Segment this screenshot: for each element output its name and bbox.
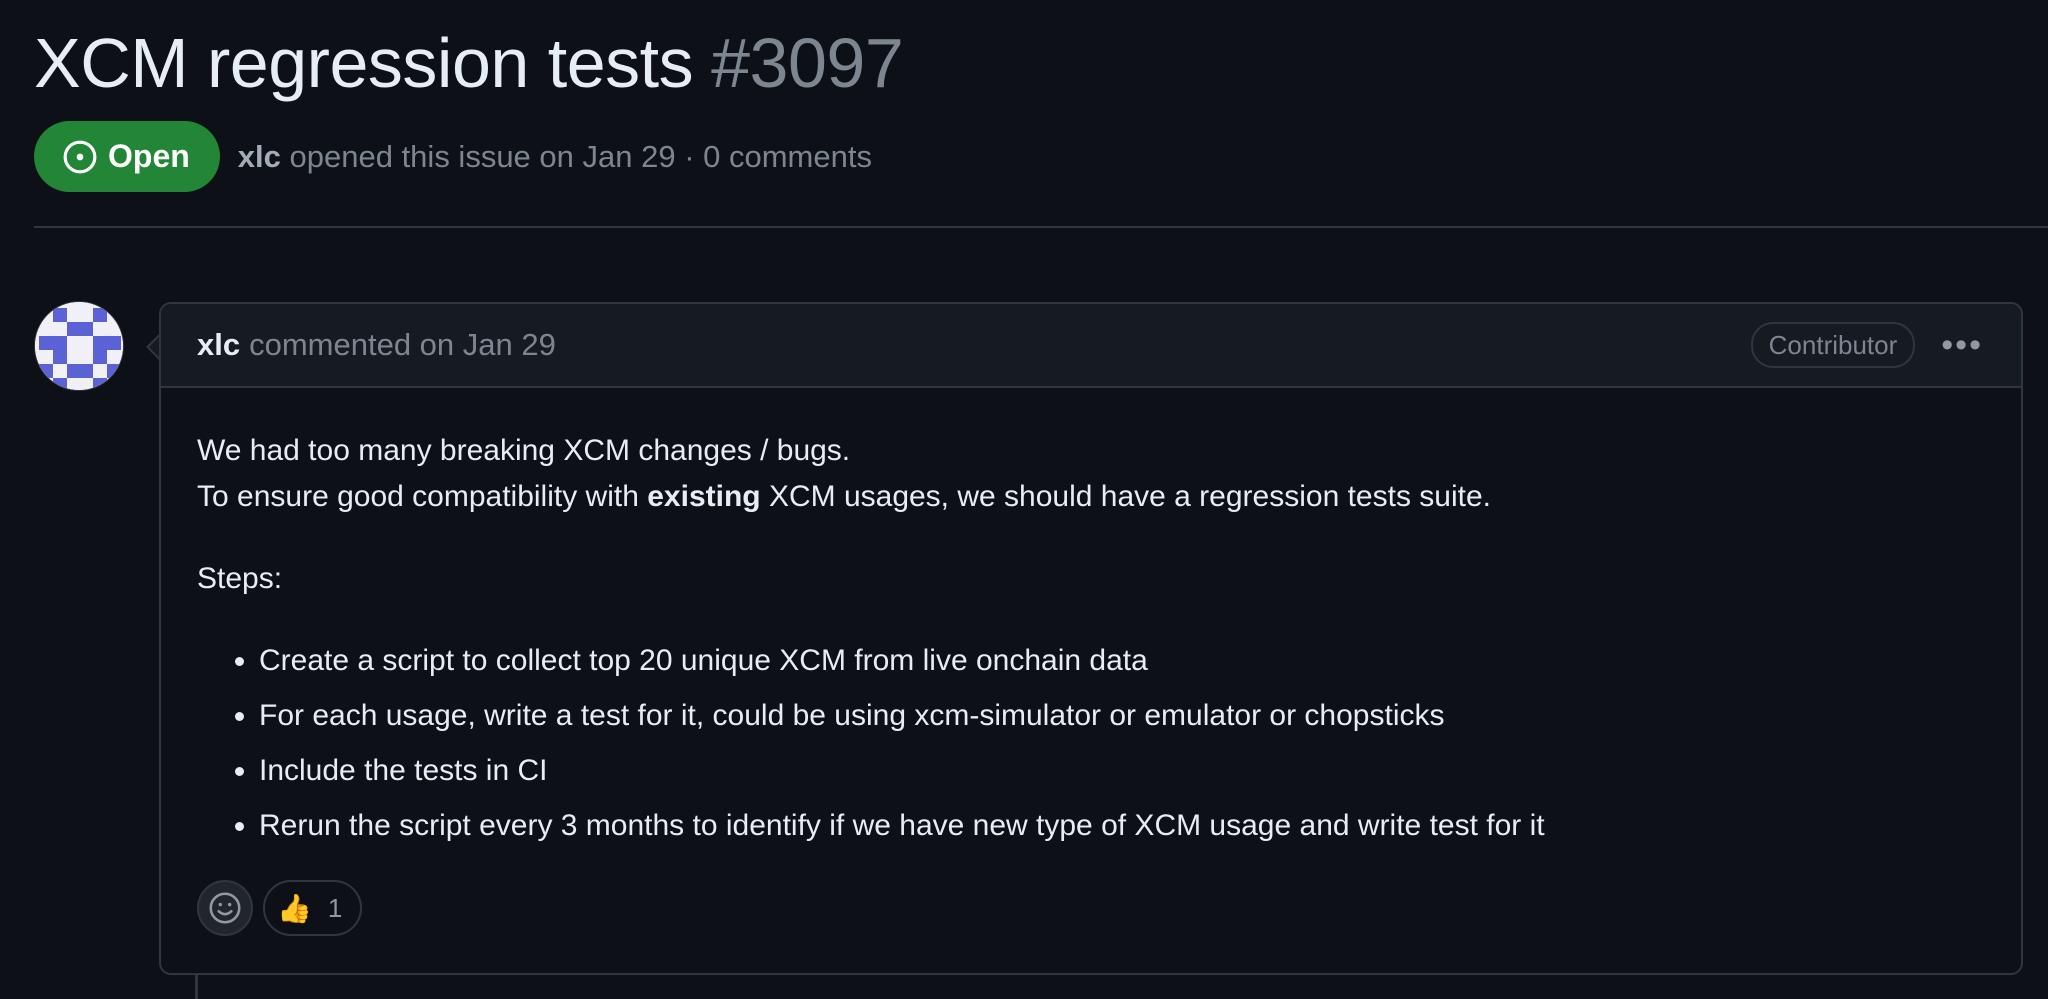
- comment-line-2-bold: existing: [647, 480, 761, 513]
- list-item: Create a script to collect top 20 unique…: [259, 638, 1985, 684]
- issue-number: #3097: [711, 24, 904, 102]
- contributor-badge: Contributor: [1750, 322, 1916, 368]
- issue-state-badge: Open: [34, 121, 220, 192]
- steps-list: Create a script to collect top 20 unique…: [197, 638, 1985, 849]
- comment-header: xlc commented on Jan 29 Contributor •••: [161, 304, 2021, 388]
- timeline-connector: [195, 975, 198, 999]
- comment-intro: We had too many breaking XCM changes / b…: [197, 428, 1985, 520]
- comment-timestamp[interactable]: commented on Jan 29: [249, 327, 556, 363]
- issue-title: XCM regression tests #3097: [34, 18, 904, 108]
- issue-meta: Open xlc opened this issue on Jan 29 · 0…: [34, 121, 872, 192]
- comment-line-2-prefix: To ensure good compatibility with: [197, 480, 648, 513]
- thumbs-up-reaction-button[interactable]: 👍 1: [263, 880, 363, 936]
- comment-line-1: We had too many breaking XCM changes / b…: [197, 434, 851, 467]
- issue-opened-details: opened this issue on Jan 29 · 0 comments: [289, 138, 872, 174]
- steps-label: Steps:: [197, 562, 283, 595]
- comment-line-2-suffix: XCM usages, we should have a regression …: [760, 480, 1491, 513]
- add-reaction-button[interactable]: [197, 880, 253, 936]
- reaction-count: 1: [327, 892, 343, 923]
- identicon-avatar-image: [35, 302, 123, 390]
- issue-comment: xlc commented on Jan 29 Contributor ••• …: [159, 302, 2023, 975]
- issue-author-link[interactable]: xlc: [238, 139, 281, 174]
- list-item: Include the tests in CI: [259, 748, 1985, 794]
- issue-opened-icon: [63, 140, 97, 173]
- header-divider: [34, 226, 2048, 228]
- issue-title-text: XCM regression tests: [34, 24, 694, 102]
- issue-state-label: Open: [108, 138, 190, 174]
- list-item: For each usage, write a test for it, cou…: [259, 693, 1985, 739]
- smiley-icon: [209, 892, 241, 924]
- issue-opened-text: xlc opened this issue on Jan 29 · 0 comm…: [238, 139, 872, 175]
- comment-author-link[interactable]: xlc: [197, 327, 240, 363]
- reactions-bar: 👍 1: [197, 880, 363, 936]
- list-item: Rerun the script every 3 months to ident…: [259, 803, 1985, 849]
- comment-line-2: To ensure good compatibility with existi…: [197, 474, 1985, 520]
- kebab-horizontal-icon[interactable]: •••: [1941, 328, 1983, 362]
- thumbs-up-icon: 👍: [277, 892, 312, 924]
- comment-body: We had too many breaking XCM changes / b…: [161, 388, 2021, 849]
- avatar[interactable]: [34, 301, 124, 391]
- issue-page: XCM regression tests #3097 Open xlc opene…: [0, 0, 2048, 999]
